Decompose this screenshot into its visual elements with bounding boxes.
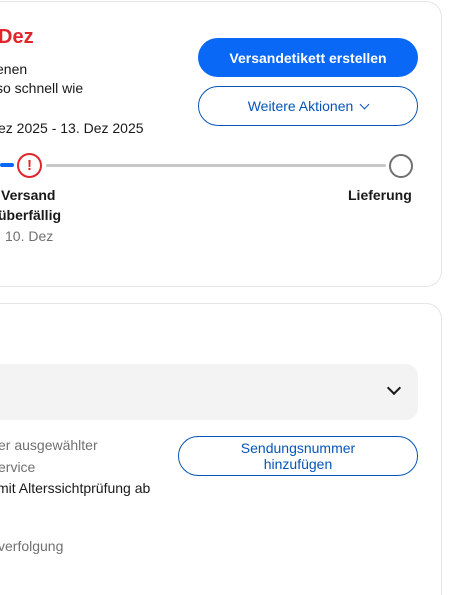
- step-shipping-label: Versand: [1, 187, 56, 203]
- progress-completed-segment: [0, 163, 14, 167]
- progress-remaining-track: [46, 164, 386, 167]
- add-tracking-number-button[interactable]: Sendungsnummer hinzufügen: [178, 436, 418, 476]
- create-shipping-label-label: Versandetikett erstellen: [229, 49, 387, 66]
- delivery-date-range: ez 2025 - 13. Dez 2025: [0, 120, 144, 136]
- alert-symbol: !: [27, 157, 32, 174]
- step-delivery-label: Lieferung: [348, 187, 412, 203]
- add-tracking-label-line2: hinzufügen: [263, 456, 333, 472]
- status-title: Dez: [0, 26, 34, 48]
- shipping-info-line1: er ausgewählter: [0, 437, 98, 453]
- shipping-info-line4: verfolgung: [0, 538, 64, 554]
- shipping-details-dropdown[interactable]: [0, 364, 418, 420]
- step-shipping-date: 10. Dez: [5, 228, 54, 244]
- add-tracking-label-line1: Sendungsnummer: [240, 440, 356, 456]
- alert-icon: !: [17, 153, 42, 178]
- step-overdue-label: überfällig: [0, 207, 62, 223]
- create-shipping-label-button[interactable]: Versandetikett erstellen: [198, 38, 418, 77]
- more-actions-label: Weitere Aktionen: [247, 98, 354, 114]
- shipping-info-line2: ervice: [0, 459, 36, 475]
- status-message-line2: so schnell wie: [0, 80, 84, 96]
- status-message-line1: enen: [0, 61, 28, 77]
- more-actions-button[interactable]: Weitere Aktionen: [198, 86, 418, 126]
- shipping-info-line3: mit Alterssichtprüfung ab: [0, 480, 151, 496]
- chevron-down-icon: [386, 380, 402, 396]
- chevron-down-icon: [359, 99, 370, 109]
- delivery-step-circle-icon: [389, 154, 413, 178]
